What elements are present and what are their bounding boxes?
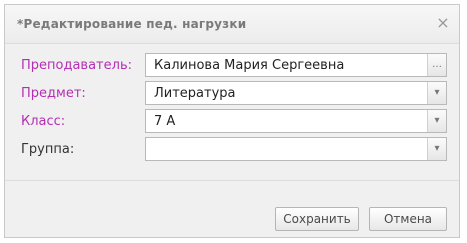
chevron-down-icon[interactable]: ▾ [427,110,446,132]
class-select[interactable]: 7 А ▾ [145,109,447,133]
teacher-value: Калинова Мария Сергеевна [154,58,345,73]
teacher-row: Преподаватель: Калинова Мария Сергеевна … [5,53,459,77]
class-value: 7 А [154,114,176,129]
group-select[interactable]: ▾ [145,137,447,161]
teacher-lookup-button[interactable]: … [427,54,446,76]
group-label: Группа: [21,142,75,157]
class-label: Класс: [21,114,66,129]
teacher-field[interactable]: Калинова Мария Сергеевна … [145,53,447,77]
subject-label: Предмет: [21,86,86,101]
class-row: Класс: 7 А ▾ [5,109,459,133]
dialog-titlebar: *Редактирование пед. нагрузки × [5,5,459,44]
cancel-button[interactable]: Отмена [369,207,447,231]
edit-teaching-load-dialog: *Редактирование пед. нагрузки × Преподав… [4,4,460,238]
subject-row: Предмет: Литература ▾ [5,81,459,105]
subject-value: Литература [154,86,236,101]
group-row: Группа: ▾ [5,137,459,161]
teacher-label: Преподаватель: [21,58,132,73]
chevron-down-icon[interactable]: ▾ [427,138,446,160]
dialog-title: *Редактирование пед. нагрузки [17,17,247,31]
chevron-down-icon[interactable]: ▾ [427,82,446,104]
close-icon[interactable]: × [435,15,451,31]
subject-select[interactable]: Литература ▾ [145,81,447,105]
footer-divider [5,180,459,181]
save-button[interactable]: Сохранить [275,207,359,231]
